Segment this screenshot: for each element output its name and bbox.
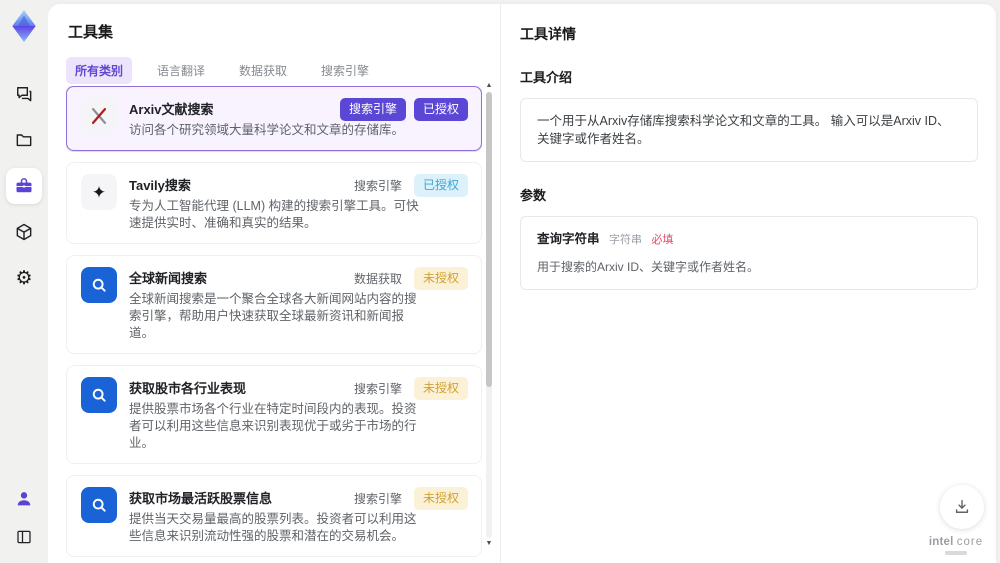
auth-status-badge: 未授权	[413, 377, 468, 400]
diamond-logo-icon	[12, 10, 36, 42]
parameter-type: 字符串	[609, 234, 642, 246]
parameter-description: 用于搜索的Arxiv ID、关键字或作者姓名。	[537, 260, 760, 274]
rail-bottom	[6, 481, 42, 555]
category-tabs: 所有类别 语言翻译 数据获取 搜索引擎	[66, 57, 482, 84]
panel-toggle-icon	[17, 530, 31, 544]
download-button[interactable]	[940, 485, 984, 529]
tool-list-panel: 工具集 所有类别 语言翻译 数据获取 搜索引擎 Arxiv文献搜索 访问各个研究…	[66, 4, 482, 563]
scrollbar-track[interactable]	[486, 92, 492, 538]
user-avatar-button[interactable]	[6, 481, 42, 517]
folder-icon	[16, 134, 32, 147]
tool-badges: 数据获取 未授权	[354, 267, 468, 290]
tool-intro-box: 一个用于从Arxiv存储库搜索科学论文和文章的工具。 输入可以是Arxiv ID…	[520, 98, 978, 162]
tab-language-translation[interactable]: 语言翻译	[148, 57, 214, 84]
settings-icon: ⚙	[15, 267, 33, 289]
brand-underline-bar	[945, 551, 967, 555]
sidebar-item-tools[interactable]	[6, 168, 42, 204]
params-section-title: 参数	[520, 188, 547, 203]
tool-description: 专为人工智能代理 (LLM) 构建的搜索引擎工具。可快速提供实时、准确和真实的结…	[129, 199, 419, 230]
user-avatar-icon	[17, 492, 31, 506]
scroll-down-arrow-icon[interactable]: ▼	[484, 540, 494, 548]
panel-divider	[500, 4, 501, 563]
category-label: 搜索引擎	[353, 382, 402, 396]
intro-section-title: 工具介绍	[520, 70, 573, 85]
auth-status-badge: 已授权	[413, 174, 468, 197]
category-label: 搜索引擎	[353, 179, 402, 193]
tool-card-sector-performance[interactable]: 获取股市各行业表现 提供股票市场各个行业在特定时间段内的表现。投资者可以利用这些…	[66, 365, 482, 464]
main-content: 工具集 所有类别 语言翻译 数据获取 搜索引擎 Arxiv文献搜索 访问各个研究…	[48, 4, 996, 563]
scrollbar-thumb[interactable]	[486, 92, 492, 387]
arxiv-icon	[81, 98, 117, 134]
panel-toggle-button[interactable]	[6, 519, 42, 555]
tool-description: 提供当天交易量最高的股票列表。投资者可以利用这些信息来识别流动性强的股票和潜在的…	[129, 512, 417, 543]
sidebar-item-chat[interactable]	[6, 76, 42, 112]
core-label: core	[956, 536, 984, 548]
tool-description: 提供股票市场各个行业在特定时间段内的表现。投资者可以利用这些信息来识别表现优于或…	[129, 402, 417, 450]
tool-badges: 搜索引擎 已授权	[339, 98, 468, 121]
tool-cards-list: Arxiv文献搜索 访问各个研究领域大量科学论文和文章的存储库。 搜索引擎 已授…	[66, 86, 482, 563]
category-badge: 搜索引擎	[339, 98, 406, 121]
parameter-header: 查询字符串 字符串 必填	[537, 230, 961, 249]
parameter-box: 查询字符串 字符串 必填 用于搜索的Arxiv ID、关键字或作者姓名。	[520, 216, 978, 290]
intel-core-logo: intel core	[926, 536, 986, 555]
stock-search-icon	[81, 487, 117, 523]
auth-status-badge: 未授权	[413, 487, 468, 510]
tool-detail-panel: 工具详情 工具介绍 一个用于从Arxiv存储库搜索科学论文和文章的工具。 输入可…	[520, 4, 978, 290]
tool-badges: 搜索引擎 已授权	[354, 174, 468, 197]
auth-status-badge: 已授权	[413, 98, 468, 121]
tool-card-tavily[interactable]: ✦ Tavily搜索 专为人工智能代理 (LLM) 构建的搜索引擎工具。可快速提…	[66, 162, 482, 244]
sparkle-icon: ✦	[81, 174, 117, 210]
tab-search-engine[interactable]: 搜索引擎	[312, 57, 378, 84]
list-scrollbar[interactable]: ▲ ▼	[484, 82, 494, 548]
sidebar-item-files[interactable]	[6, 122, 42, 158]
auth-status-badge: 未授权	[413, 267, 468, 290]
tool-card-arxiv[interactable]: Arxiv文献搜索 访问各个研究领域大量科学论文和文章的存储库。 搜索引擎 已授…	[66, 86, 482, 151]
tool-card-active-stocks[interactable]: 获取市场最活跃股票信息 提供当天交易量最高的股票列表。投资者可以利用这些信息来识…	[66, 475, 482, 557]
rail-nav: ⚙	[6, 76, 42, 296]
toolbox-icon	[16, 178, 32, 193]
parameter-required-flag: 必填	[651, 234, 674, 246]
category-label: 搜索引擎	[353, 492, 402, 506]
page-title: 工具集	[68, 24, 114, 41]
tool-badges: 搜索引擎 未授权	[354, 377, 468, 400]
tool-badges: 搜索引擎 未授权	[354, 487, 468, 510]
app-rail: ⚙	[0, 0, 48, 563]
tool-description: 访问各个研究领域大量科学论文和文章的存储库。	[129, 123, 405, 137]
tool-card-global-news[interactable]: 全球新闻搜索 全球新闻搜索是一个聚合全球各大新闻网站内容的搜索引擎，帮助用户快速…	[66, 255, 482, 354]
tab-all-categories[interactable]: 所有类别	[66, 57, 133, 84]
parameter-name: 查询字符串	[537, 232, 600, 246]
category-label: 数据获取	[353, 272, 402, 286]
intel-label: intel	[928, 536, 954, 548]
app-logo[interactable]	[8, 9, 40, 43]
tab-data-acquisition[interactable]: 数据获取	[230, 57, 296, 84]
package-icon	[16, 223, 32, 241]
tool-intro-text: 一个用于从Arxiv存储库搜索科学论文和文章的工具。 输入可以是Arxiv ID…	[537, 114, 950, 146]
detail-title: 工具详情	[520, 26, 576, 42]
download-icon	[955, 500, 969, 513]
sidebar-item-settings[interactable]: ⚙	[6, 260, 42, 296]
chat-icon	[17, 87, 32, 102]
scroll-up-arrow-icon[interactable]: ▲	[484, 82, 494, 90]
tool-description: 全球新闻搜索是一个聚合全球各大新闻网站内容的搜索引擎，帮助用户快速获取全球最新资…	[129, 292, 417, 340]
sidebar-item-packages[interactable]	[6, 214, 42, 250]
stock-search-icon	[81, 377, 117, 413]
news-search-icon	[81, 267, 117, 303]
